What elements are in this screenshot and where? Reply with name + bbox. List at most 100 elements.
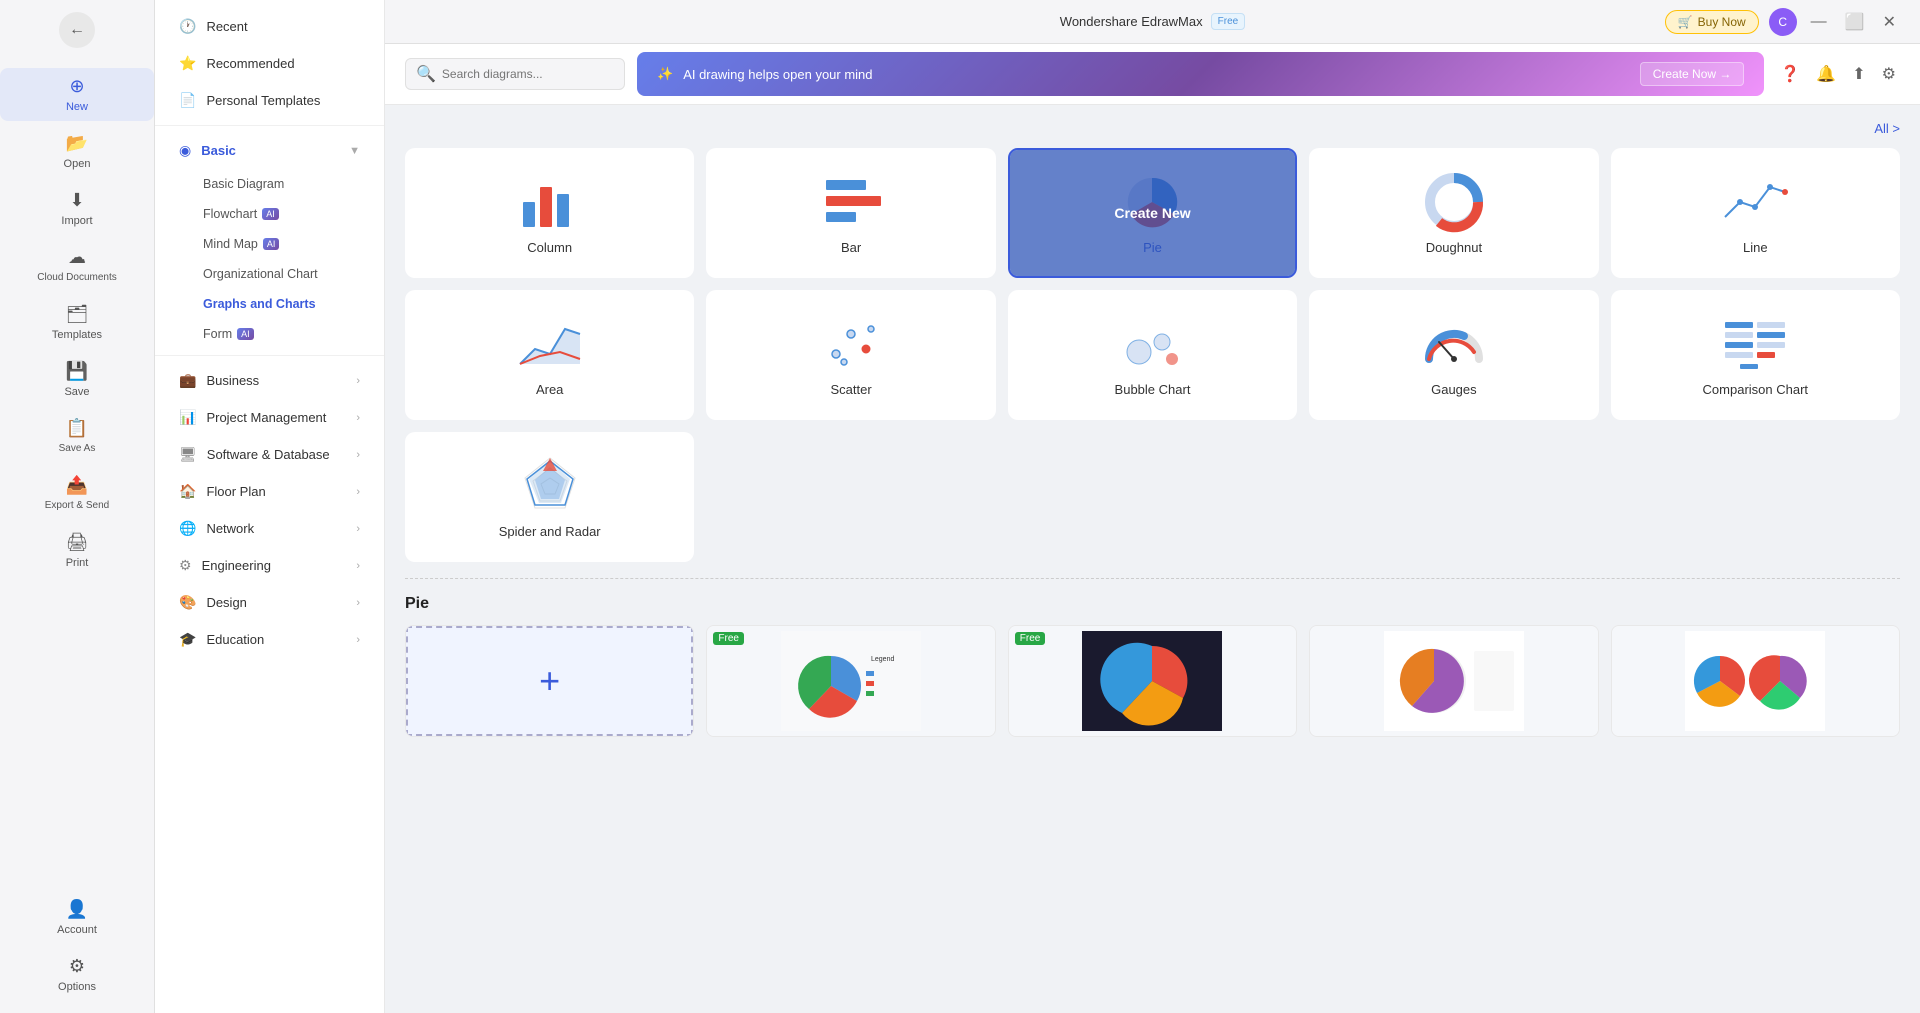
help-icon[interactable]: ❓: [1776, 60, 1804, 88]
templates-icon: 🗂: [66, 304, 89, 325]
close-button[interactable]: ✕: [1879, 8, 1900, 36]
design-chevron: ›: [356, 597, 360, 609]
sidebar-personal-templates[interactable]: 📄 Personal Templates: [163, 83, 376, 118]
chart-gauges[interactable]: Gauges: [1309, 290, 1598, 420]
comparison-label: Comparison Chart: [1703, 382, 1809, 397]
sidebar-item-save-as[interactable]: 📋 Save As: [0, 410, 154, 463]
bar-label: Bar: [841, 240, 861, 255]
scatter-chart-icon: [816, 314, 886, 374]
chart-line[interactable]: Line: [1611, 148, 1900, 278]
sidebar-basic-diagram[interactable]: Basic Diagram: [163, 170, 376, 198]
org-chart-label: Organizational Chart: [203, 267, 318, 281]
search-input[interactable]: [442, 67, 614, 81]
user-initial: C: [1778, 15, 1787, 29]
recent-icon: 🕐: [179, 18, 196, 35]
design-label: Design: [206, 595, 246, 610]
sidebar-form[interactable]: Form AI: [163, 320, 376, 348]
app-title: Wondershare EdrawMax: [1060, 14, 1203, 29]
column-chart-icon: [515, 172, 585, 232]
templates-title: Pie: [405, 595, 1900, 613]
template-2[interactable]: Free: [1008, 625, 1297, 737]
chart-pie[interactable]: Create New Pie: [1008, 148, 1297, 278]
sidebar-export-label: Export & Send: [45, 500, 109, 512]
template-4[interactable]: [1611, 625, 1900, 737]
sidebar-project-mgmt[interactable]: 📊 Project Management ›: [163, 400, 376, 435]
free-tag-2: Free: [1015, 632, 1046, 645]
business-icon: 💼: [179, 372, 196, 389]
share-icon[interactable]: ⬆: [1848, 60, 1869, 88]
sidebar-item-cloud[interactable]: ☁ Cloud Documents: [0, 239, 154, 292]
sidebar-floor-plan[interactable]: 🏠 Floor Plan ›: [163, 474, 376, 509]
create-new-overlay[interactable]: Create New: [1010, 150, 1295, 276]
engineering-label: Engineering: [202, 558, 271, 573]
sidebar-graphs-charts[interactable]: Graphs and Charts: [163, 290, 376, 318]
sidebar-item-print[interactable]: 🖨 Print: [0, 524, 154, 577]
sidebar-item-save[interactable]: 💾 Save: [0, 353, 154, 406]
options-icon: ⚙: [69, 956, 85, 977]
project-chevron: ›: [356, 412, 360, 424]
all-link[interactable]: All >: [1874, 121, 1900, 136]
sidebar-network[interactable]: 🌐 Network ›: [163, 511, 376, 546]
sidebar-item-options[interactable]: ⚙ Options: [0, 948, 154, 1001]
sidebar-narrow: ← ⊕ New 📂 Open ⬇ Import ☁ Cloud Document…: [0, 0, 155, 1013]
chart-bar[interactable]: Bar: [706, 148, 995, 278]
chart-scatter[interactable]: Scatter: [706, 290, 995, 420]
create-now-button[interactable]: Create Now →: [1640, 62, 1745, 86]
buy-now-button[interactable]: 🛒 Buy Now: [1665, 10, 1759, 34]
chart-area[interactable]: Area: [405, 290, 694, 420]
education-chevron: ›: [356, 634, 360, 646]
user-avatar[interactable]: C: [1769, 8, 1797, 36]
search-box: 🔍: [405, 58, 625, 90]
chart-bubble[interactable]: Bubble Chart: [1008, 290, 1297, 420]
network-chevron: ›: [356, 523, 360, 535]
search-icon: 🔍: [416, 64, 436, 84]
engineering-chevron: ›: [356, 560, 360, 572]
minimize-button[interactable]: —: [1807, 9, 1831, 35]
sidebar-import-label: Import: [61, 215, 92, 227]
sidebar-recent[interactable]: 🕐 Recent: [163, 9, 376, 44]
template-4-thumb: [1612, 626, 1899, 736]
project-mgmt-label: Project Management: [206, 410, 326, 425]
sidebar-flowchart[interactable]: Flowchart AI: [163, 200, 376, 228]
sidebar-mind-map[interactable]: Mind Map AI: [163, 230, 376, 258]
sidebar-item-export[interactable]: 📤 Export & Send: [0, 467, 154, 520]
import-icon: ⬇: [69, 190, 84, 211]
sidebar-item-open[interactable]: 📂 Open: [0, 125, 154, 178]
business-label: Business: [206, 373, 259, 388]
spider-label: Spider and Radar: [499, 524, 601, 539]
ai-banner[interactable]: ✨ AI drawing helps open your mind Create…: [637, 52, 1764, 96]
floor-plan-label: Floor Plan: [206, 484, 265, 499]
doughnut-chart-icon: [1419, 172, 1489, 232]
maximize-button[interactable]: ⬜: [1841, 8, 1869, 36]
sidebar-recommended[interactable]: ⭐ Recommended: [163, 46, 376, 81]
template-3[interactable]: [1309, 625, 1598, 737]
engineering-icon: ⚙: [179, 557, 192, 574]
chart-column[interactable]: Column: [405, 148, 694, 278]
sidebar-software-db[interactable]: 🖥 Software & Database ›: [163, 437, 376, 472]
sidebar-basic[interactable]: ◉ Basic ▼: [163, 133, 376, 168]
sidebar-org-chart[interactable]: Organizational Chart: [163, 260, 376, 288]
sidebar-cloud-label: Cloud Documents: [37, 272, 116, 284]
sidebar-education[interactable]: 🎓 Education ›: [163, 622, 376, 657]
sidebar-item-new[interactable]: ⊕ New: [0, 68, 154, 121]
chart-doughnut[interactable]: Doughnut: [1309, 148, 1598, 278]
sidebar-item-import[interactable]: ⬇ Import: [0, 182, 154, 235]
template-1[interactable]: Legend Free: [706, 625, 995, 737]
notification-icon[interactable]: 🔔: [1812, 60, 1840, 88]
sidebar-design[interactable]: 🎨 Design ›: [163, 585, 376, 620]
basic-chevron: ▼: [349, 145, 360, 157]
sidebar-business[interactable]: 💼 Business ›: [163, 363, 376, 398]
sidebar-item-account[interactable]: 👤 Account: [0, 891, 154, 944]
chart-spider[interactable]: Spider and Radar: [405, 432, 694, 562]
chart-comparison[interactable]: Comparison Chart: [1611, 290, 1900, 420]
save-as-icon: 📋: [66, 418, 88, 439]
education-label: Education: [206, 632, 264, 647]
back-button[interactable]: ←: [59, 12, 95, 48]
sidebar-engineering[interactable]: ⚙ Engineering ›: [163, 548, 376, 583]
toolbar: 🔍 ✨ AI drawing helps open your mind Crea…: [385, 44, 1920, 105]
spider-chart-icon: [515, 456, 585, 516]
add-new-template[interactable]: +: [405, 625, 694, 737]
sidebar-item-templates[interactable]: 🗂 Templates: [0, 296, 154, 349]
settings-icon[interactable]: ⚙: [1878, 60, 1900, 88]
sidebar-account-label: Account: [57, 924, 97, 936]
